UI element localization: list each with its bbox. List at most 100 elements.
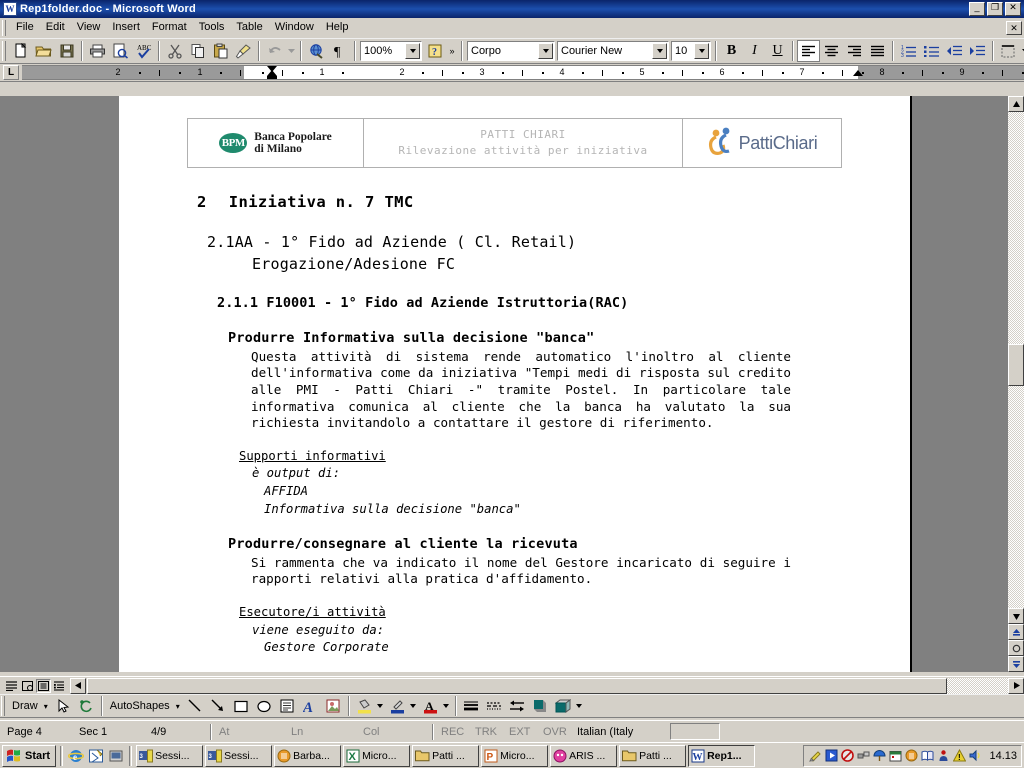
vertical-scrollbar[interactable] (1008, 96, 1024, 672)
align-left-icon[interactable] (797, 40, 820, 62)
align-center-icon[interactable] (820, 40, 843, 62)
select-browse-object-button[interactable] (1008, 640, 1024, 656)
minimize-button[interactable]: _ (969, 2, 985, 16)
insert-picture-icon[interactable] (322, 695, 345, 717)
copy-icon[interactable] (186, 40, 209, 62)
line-icon[interactable] (184, 695, 207, 717)
undo-dropdown-icon[interactable] (286, 40, 297, 62)
draw-menu-button[interactable]: Draw ▾ (8, 700, 52, 712)
restore-button[interactable]: ❐ (987, 2, 1003, 16)
insert-hyperlink-icon[interactable] (305, 40, 328, 62)
dash-style-icon[interactable] (483, 695, 506, 717)
fill-color-dropdown-icon[interactable] (376, 695, 386, 717)
right-indent-marker[interactable] (853, 70, 863, 76)
network-tray-icon[interactable] (856, 748, 871, 763)
font-combo[interactable]: Courier New (557, 41, 669, 61)
document-body[interactable]: 2 Iniziativa n. 7 TMC 2.1AA - 1° Fido ad … (119, 194, 910, 672)
menu-file[interactable]: File (10, 19, 40, 36)
oval-icon[interactable] (253, 695, 276, 717)
menu-bar-grip[interactable] (2, 19, 6, 36)
font-size-dropdown-arrow[interactable] (694, 43, 709, 59)
task-button[interactable]: ARIS ... (550, 744, 618, 767)
autoshapes-menu-button[interactable]: AutoShapes ▾ (106, 700, 184, 712)
media-play-tray-icon[interactable] (824, 748, 839, 763)
decrease-indent-icon[interactable] (943, 40, 966, 62)
standard-toolbar-overflow[interactable]: » (446, 46, 458, 56)
free-rotate-icon[interactable] (75, 695, 98, 717)
underline-button[interactable]: U (766, 40, 789, 62)
warning-tray-icon[interactable]: ! (952, 748, 967, 763)
print-preview-icon[interactable] (109, 40, 132, 62)
select-arrow-icon[interactable] (52, 695, 75, 717)
spelling-status-icon[interactable] (670, 723, 720, 740)
zoom-combo[interactable]: 100% (360, 41, 422, 61)
outlook-express-icon[interactable] (87, 747, 105, 765)
scroll-up-button[interactable] (1008, 96, 1024, 112)
format-painter-icon[interactable] (232, 40, 255, 62)
spelling-check-icon[interactable]: ABC (132, 40, 155, 62)
menu-window[interactable]: Window (269, 19, 320, 36)
previous-page-button[interactable] (1008, 624, 1024, 640)
menu-table[interactable]: Table (230, 19, 268, 36)
show-desktop-icon[interactable] (107, 747, 125, 765)
scroll-down-button[interactable] (1008, 608, 1024, 624)
shadow-icon[interactable] (529, 695, 552, 717)
umbrella-tray-icon[interactable] (872, 748, 887, 763)
task-button[interactable]: 3 Sessi... (136, 744, 204, 767)
line-color-icon[interactable] (386, 695, 409, 717)
book-tray-icon[interactable] (920, 748, 935, 763)
normal-view-icon[interactable] (4, 678, 19, 693)
style-dropdown-arrow[interactable] (538, 43, 553, 59)
print-icon[interactable] (86, 40, 109, 62)
scroll-right-button[interactable] (1008, 677, 1024, 694)
3d-icon[interactable] (552, 695, 575, 717)
arrow-style-icon[interactable] (506, 695, 529, 717)
status-rec[interactable]: REC (436, 723, 470, 740)
paste-clipboard-icon[interactable] (209, 40, 232, 62)
status-trk[interactable]: TRK (470, 723, 504, 740)
standard-toolbar-grip[interactable] (2, 41, 6, 61)
help-question-icon[interactable]: ? (423, 40, 446, 62)
font-size-combo[interactable]: 10 (671, 41, 711, 61)
menu-insert[interactable]: Insert (106, 19, 146, 36)
align-justify-icon[interactable] (866, 40, 889, 62)
pencil-tray-icon[interactable] (808, 748, 823, 763)
task-button[interactable]: Patti ... (619, 744, 687, 767)
borders-icon[interactable] (997, 40, 1020, 62)
vertical-scroll-track[interactable] (1008, 112, 1024, 608)
menu-format[interactable]: Format (146, 19, 193, 36)
style-combo[interactable]: Corpo (467, 41, 555, 61)
tab-stop-selector[interactable]: L (0, 64, 22, 81)
task-button[interactable]: P Micro... (481, 744, 549, 767)
increase-indent-icon[interactable] (966, 40, 989, 62)
task-button-active[interactable]: W Rep1... (688, 744, 756, 767)
document-page[interactable]: BPM Banca Popolare di Milano PATTI CHIAR… (119, 96, 912, 672)
bulleted-list-icon[interactable] (920, 40, 943, 62)
taskbar-clock[interactable]: 14.13 (984, 750, 1017, 762)
next-page-button[interactable] (1008, 656, 1024, 672)
task-button[interactable]: X Micro... (343, 744, 411, 767)
borders-dropdown-icon[interactable] (1020, 40, 1024, 62)
start-button[interactable]: Start (2, 744, 57, 767)
antivirus-tray-icon[interactable] (840, 748, 855, 763)
arrow-icon[interactable] (207, 695, 230, 717)
status-ovr[interactable]: OVR (538, 723, 572, 740)
status-language[interactable]: Italian (Italy (572, 723, 670, 740)
sound-tray-icon[interactable] (968, 748, 983, 763)
task-button[interactable]: 3 Sessi... (205, 744, 273, 767)
menu-help[interactable]: Help (320, 19, 355, 36)
internet-explorer-icon[interactable]: e (67, 747, 85, 765)
ruler-scale[interactable]: 2 1 1 2 3 4 5 6 7 8 9 (22, 65, 1024, 80)
vertical-scroll-thumb[interactable] (1008, 344, 1024, 386)
numbered-list-icon[interactable]: 123 (897, 40, 920, 62)
calendar-tray-icon[interactable] (888, 748, 903, 763)
drawing-toolbar-grip[interactable] (1, 696, 5, 716)
web-layout-view-icon[interactable] (20, 678, 35, 693)
horizontal-ruler[interactable]: 2 1 1 2 3 4 5 6 7 8 9 (22, 64, 1024, 81)
zoom-dropdown-arrow[interactable] (405, 43, 420, 59)
menu-edit[interactable]: Edit (40, 19, 71, 36)
status-ext[interactable]: EXT (504, 723, 538, 740)
task-button[interactable]: Patti ... (412, 744, 480, 767)
align-right-icon[interactable] (843, 40, 866, 62)
new-document-icon[interactable] (9, 40, 32, 62)
